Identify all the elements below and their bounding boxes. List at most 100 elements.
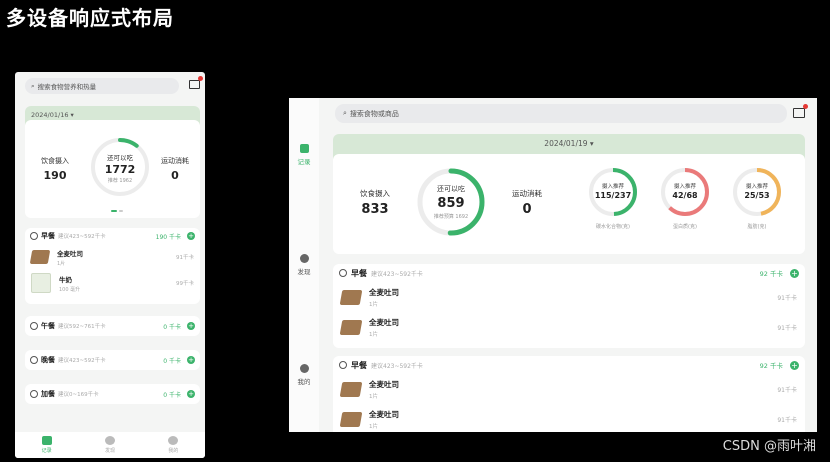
meal-kcal: 190 千卡 xyxy=(155,233,181,241)
dinner-icon xyxy=(30,356,38,364)
meal-name: 早餐 xyxy=(351,268,367,278)
add-food-button[interactable]: + xyxy=(187,232,195,240)
rail-label: 发现 xyxy=(297,268,311,276)
food-name: 全麦吐司 xyxy=(369,409,399,419)
toast-image xyxy=(339,319,363,335)
food-qty: 1片 xyxy=(369,301,378,308)
food-item[interactable]: 牛奶 100 毫升 99千卡 xyxy=(25,270,200,296)
tab-label: 发现 xyxy=(104,448,115,454)
mail-icon[interactable] xyxy=(189,76,203,89)
exercise-label: 运动消耗 xyxy=(512,189,542,198)
intake-stat: 饮食摄入 190 xyxy=(33,156,77,182)
meal-kcal: 92 千卡 xyxy=(759,362,783,370)
breakfast-icon xyxy=(30,232,38,240)
phone-mockup: ⌕ 搜索食物营养和热量 2024/01/16 ▾ 饮食摄入 190 还可以吃 1… xyxy=(15,72,205,458)
food-item[interactable]: 全麦吐司 1片 91千卡 xyxy=(25,244,200,270)
tab-label: 我的 xyxy=(168,448,179,454)
food-item[interactable]: 全麦吐司 1片 91千卡 xyxy=(333,404,805,432)
rail-label: 我的 xyxy=(297,378,311,386)
toast-image xyxy=(339,381,363,397)
food-qty: 100 毫升 xyxy=(59,286,81,293)
exercise-label: 运动消耗 xyxy=(161,157,189,165)
remain-hint: 推荐 1962 xyxy=(107,178,133,184)
nutrient-caption: 蛋白质(克) xyxy=(673,224,697,230)
remain-value: 859 xyxy=(437,196,465,211)
meal-card-breakfast: 早餐 建议423~592千卡 190 千卡 + 全麦吐司 1片 91千卡 牛奶 … xyxy=(25,228,200,304)
side-nav-rail: 记录 发现 我的 xyxy=(289,98,319,432)
food-item[interactable]: 全麦吐司 1片 91千卡 xyxy=(333,312,805,342)
meal-name: 加餐 xyxy=(41,390,55,398)
toast-image xyxy=(339,289,363,305)
food-name: 全麦吐司 xyxy=(369,379,399,389)
meal-hint: 建议423~592千卡 xyxy=(371,270,423,278)
nutrient-ring-carbs: 摄入推荐 115/237 碳水化合物(克) xyxy=(587,166,639,230)
remain-hint: 推荐预算 1692 xyxy=(433,214,469,220)
rail-item-discover[interactable]: 发现 xyxy=(289,254,319,276)
calorie-summary-card: 饮食摄入 190 还可以吃 1772 推荐 1962 运动消耗 0 xyxy=(25,120,200,218)
rail-label: 记录 xyxy=(297,158,311,166)
record-icon xyxy=(299,144,309,153)
remain-label: 还可以吃 xyxy=(107,154,133,162)
remaining-stat: 还可以吃 1772 推荐 1962 xyxy=(89,152,151,184)
search-icon: ⌕ xyxy=(31,81,35,90)
tab-label: 记录 xyxy=(41,448,52,454)
add-food-button[interactable]: + xyxy=(187,390,195,398)
add-food-button[interactable]: + xyxy=(187,356,195,364)
tablet-mockup: 记录 发现 我的 ⌕ 搜索食物或商品 2024/01/19 ▾ 饮食摄入 833… xyxy=(289,98,817,432)
watermark: CSDN @雨叶湘 xyxy=(722,439,816,454)
meal-kcal: 0 千卡 xyxy=(163,391,181,399)
food-item[interactable]: 全麦吐司 1片 91千卡 xyxy=(333,282,805,312)
mail-icon[interactable] xyxy=(793,104,808,118)
meal-hint: 建议0~169千卡 xyxy=(58,392,99,398)
meal-card-breakfast: 早餐 建议423~592千卡 92 千卡 + 全麦吐司 1片 91千卡 全麦吐司 1… xyxy=(333,264,805,348)
nutrient-label: 摄入推荐 xyxy=(745,184,768,190)
nutrient-ring-fat: 摄入推荐 25/53 脂肪(克) xyxy=(731,166,783,230)
food-kcal: 91千卡 xyxy=(777,386,797,394)
lunch-icon xyxy=(30,322,38,330)
search-input[interactable]: ⌕ 搜索食物或商品 xyxy=(335,104,787,123)
bottom-tab-bar: 记录 发现 我的 xyxy=(15,432,205,458)
rail-item-me[interactable]: 我的 xyxy=(289,364,319,386)
intake-label: 饮食摄入 xyxy=(41,157,69,165)
food-qty: 1片 xyxy=(57,260,66,267)
nutrient-value: 25/53 xyxy=(744,191,770,200)
food-kcal: 99千卡 xyxy=(176,281,194,287)
tab-me[interactable]: 我的 xyxy=(168,436,178,454)
breakfast-icon xyxy=(339,361,347,369)
pager-dots xyxy=(111,210,123,212)
add-food-button[interactable]: + xyxy=(790,268,799,278)
meal-name: 早餐 xyxy=(351,360,367,370)
exercise-value: 0 xyxy=(522,202,532,217)
food-kcal: 91千卡 xyxy=(777,294,797,302)
search-icon: ⌕ xyxy=(343,109,347,117)
meal-hint: 建议423~592千卡 xyxy=(371,362,423,370)
snack-icon xyxy=(30,390,38,398)
tab-record[interactable]: 记录 xyxy=(41,436,52,454)
remain-label: 还可以吃 xyxy=(437,185,465,193)
intake-value: 833 xyxy=(361,202,389,217)
meal-hint: 建议423~592千卡 xyxy=(58,234,106,240)
meal-name: 早餐 xyxy=(41,232,55,240)
meal-card-snack: 加餐 建议0~169千卡 0 千卡 + xyxy=(25,384,200,404)
search-placeholder: 搜索食物或商品 xyxy=(349,109,399,118)
date-label: 2024/01/19 ▾ xyxy=(544,139,594,148)
profile-icon xyxy=(168,436,179,445)
record-icon xyxy=(41,436,52,445)
calorie-summary-card: 饮食摄入 833 还可以吃 859 推荐预算 1692 运动消耗 0 摄入推荐 … xyxy=(333,154,805,254)
tab-discover[interactable]: 发现 xyxy=(104,436,115,454)
meal-name: 午餐 xyxy=(41,322,55,330)
intake-value: 190 xyxy=(43,169,67,182)
meal-card-breakfast-2: 早餐 建议423~592千卡 92 千卡 + 全麦吐司 1片 91千卡 全麦吐司 1… xyxy=(333,356,805,432)
remain-value: 1772 xyxy=(104,163,136,176)
search-input[interactable]: ⌕ 搜索食物营养和热量 xyxy=(25,78,179,94)
food-qty: 1片 xyxy=(369,331,378,338)
food-item[interactable]: 全麦吐司 1片 91千卡 xyxy=(333,374,805,404)
food-kcal: 91千卡 xyxy=(777,416,797,424)
add-food-button[interactable]: + xyxy=(790,360,799,370)
food-name: 全麦吐司 xyxy=(369,317,399,327)
nutrient-caption: 碳水化合物(克) xyxy=(596,224,630,230)
exercise-stat: 运动消耗 0 xyxy=(503,188,551,217)
meal-name: 晚餐 xyxy=(41,356,55,364)
add-food-button[interactable]: + xyxy=(187,322,195,330)
rail-item-record[interactable]: 记录 xyxy=(289,144,319,166)
